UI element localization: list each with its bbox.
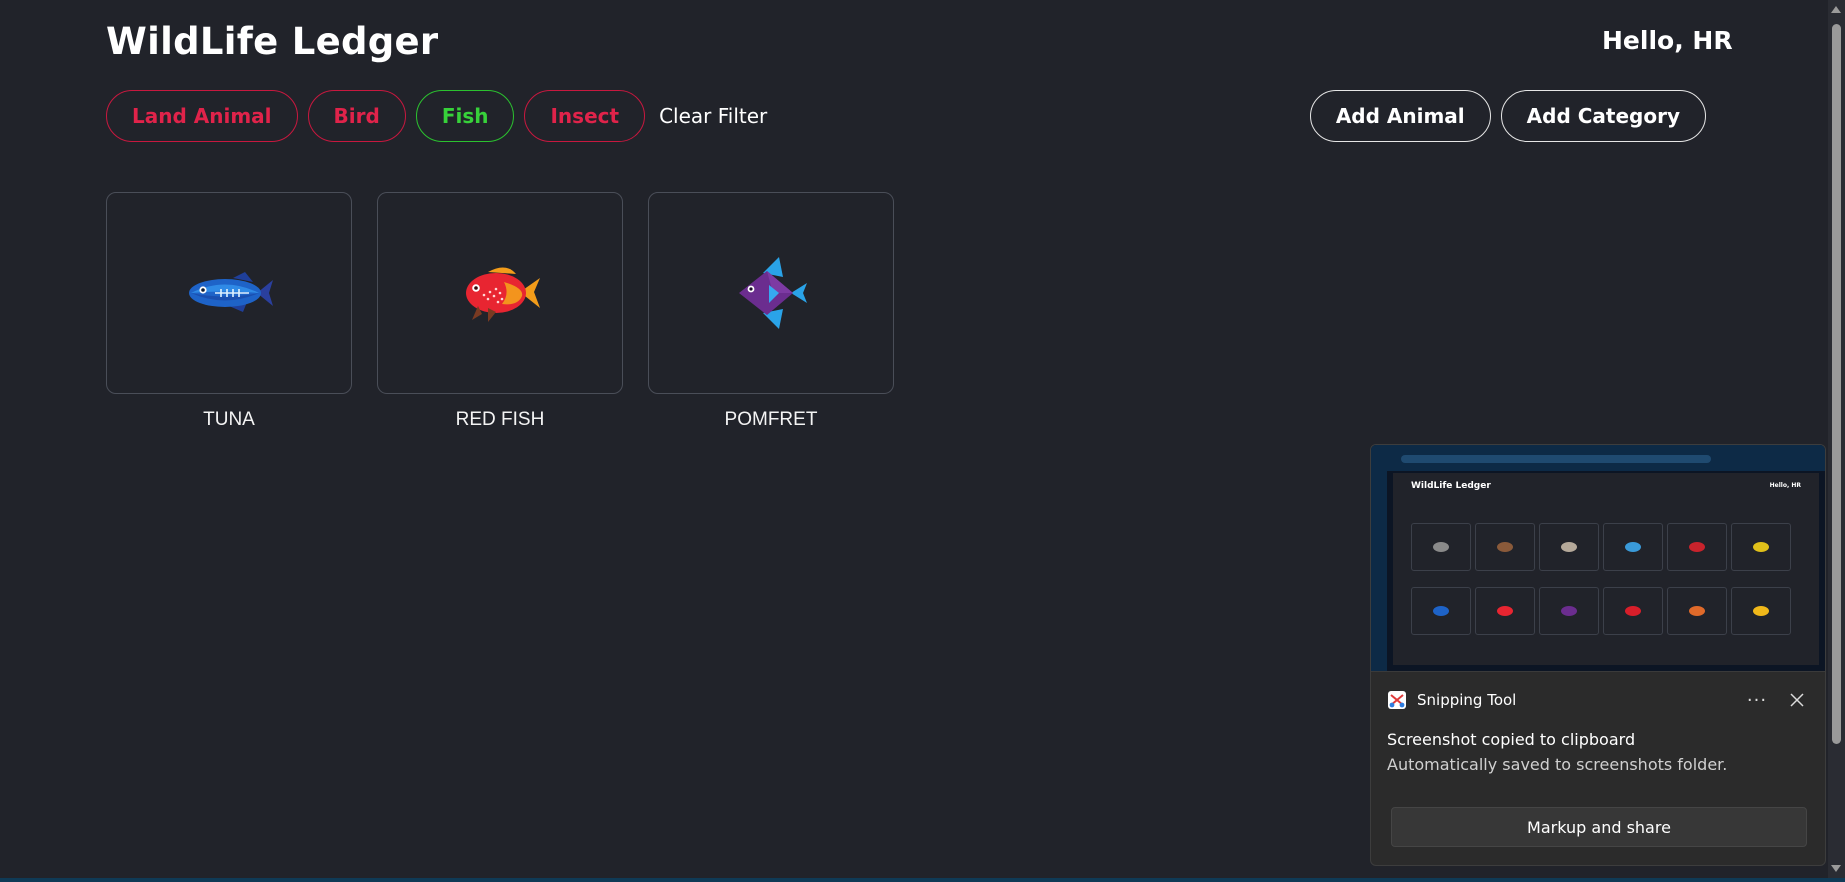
toast-body: Screenshot copied to clipboard Automatic…	[1371, 730, 1825, 774]
toast-message-title: Screenshot copied to clipboard	[1387, 730, 1636, 749]
toast-message-body: Automatically saved to screenshots folde…	[1387, 755, 1728, 774]
scroll-thumb[interactable]	[1832, 24, 1841, 744]
scroll-down-icon[interactable]	[1831, 865, 1841, 872]
preview-row-2	[1411, 587, 1791, 635]
animal-card-image	[648, 192, 894, 394]
preview-tile	[1411, 523, 1471, 571]
preview-url-bar	[1401, 455, 1711, 463]
add-category-button[interactable]: Add Category	[1500, 90, 1706, 142]
horse-icon	[1497, 542, 1513, 552]
preview-tile	[1731, 587, 1791, 635]
tuna-fish-icon	[1433, 606, 1449, 616]
category-filters: Land Animal Bird Fish Insect Clear Filte…	[106, 90, 767, 142]
red-fish-icon	[1497, 606, 1513, 616]
preview-tile	[1731, 523, 1791, 571]
butterfly-icon	[1689, 606, 1705, 616]
preview-tile	[1411, 587, 1471, 635]
animal-name: TUNA	[203, 409, 255, 430]
animal-card-red-fish[interactable]: RED FISH	[377, 192, 623, 431]
filter-chip-insect[interactable]: Insect	[524, 90, 646, 142]
header-actions: Add Animal Add Category	[1309, 90, 1706, 142]
preview-row-1	[1411, 523, 1791, 571]
preview-title: WildLife Ledger	[1411, 481, 1491, 491]
phoenix-icon	[1689, 542, 1705, 552]
animal-card-image	[377, 192, 623, 394]
screenshot-preview[interactable]: WildLife Ledger Hello, HR	[1371, 445, 1825, 672]
animal-card-tuna[interactable]: TUNA	[106, 192, 352, 431]
sparrow-icon	[1753, 542, 1769, 552]
toast-header: Snipping Tool ···	[1371, 672, 1825, 728]
preview-browser-bar	[1371, 445, 1825, 471]
snipping-tool-notification[interactable]: WildLife Ledger Hello, HR Snipping Tool	[1370, 444, 1826, 866]
clear-filter-button[interactable]: Clear Filter	[659, 104, 767, 128]
tuna-fish-icon	[189, 272, 273, 312]
preview-sidebar	[1371, 471, 1387, 671]
preview-tile	[1603, 587, 1663, 635]
animal-grid: TUNA RED FISH POMFRET	[106, 192, 894, 431]
markup-and-share-button[interactable]: Markup and share	[1391, 807, 1807, 847]
more-options-icon[interactable]: ···	[1739, 690, 1775, 711]
animal-name: RED FISH	[455, 409, 545, 430]
filter-chip-bird[interactable]: Bird	[307, 90, 406, 142]
close-icon[interactable]	[1785, 688, 1809, 712]
preview-tile	[1539, 587, 1599, 635]
scroll-up-icon[interactable]	[1831, 6, 1841, 13]
page-title: WildLife Ledger	[106, 20, 439, 63]
add-animal-button[interactable]: Add Animal	[1309, 90, 1491, 142]
red-fish-icon	[466, 267, 540, 322]
animal-card-pomfret[interactable]: POMFRET	[648, 192, 894, 431]
pomfret-fish-icon	[1561, 606, 1577, 616]
elephant-icon	[1433, 542, 1449, 552]
preview-tile	[1475, 523, 1535, 571]
pomfret-fish-icon	[739, 257, 807, 329]
preview-tile	[1603, 523, 1663, 571]
preview-tile	[1475, 587, 1535, 635]
cockatoo-icon	[1625, 542, 1641, 552]
preview-tile	[1667, 587, 1727, 635]
fox-icon	[1561, 542, 1577, 552]
user-greeting: Hello, HR	[1602, 26, 1733, 55]
filter-chip-fish[interactable]: Fish	[415, 90, 515, 142]
page-scrollbar[interactable]	[1828, 0, 1845, 878]
taskbar-edge	[0, 878, 1845, 882]
preview-tile	[1667, 523, 1727, 571]
animal-card-image	[106, 192, 352, 394]
preview-greeting: Hello, HR	[1769, 482, 1801, 489]
animal-name: POMFRET	[724, 409, 818, 430]
preview-tile	[1539, 523, 1599, 571]
bee-icon	[1753, 606, 1769, 616]
snipping-tool-icon	[1388, 691, 1406, 709]
lady-bug-icon	[1625, 606, 1641, 616]
filter-chip-land-animal[interactable]: Land Animal	[106, 90, 298, 142]
toast-app-name: Snipping Tool	[1417, 691, 1517, 709]
